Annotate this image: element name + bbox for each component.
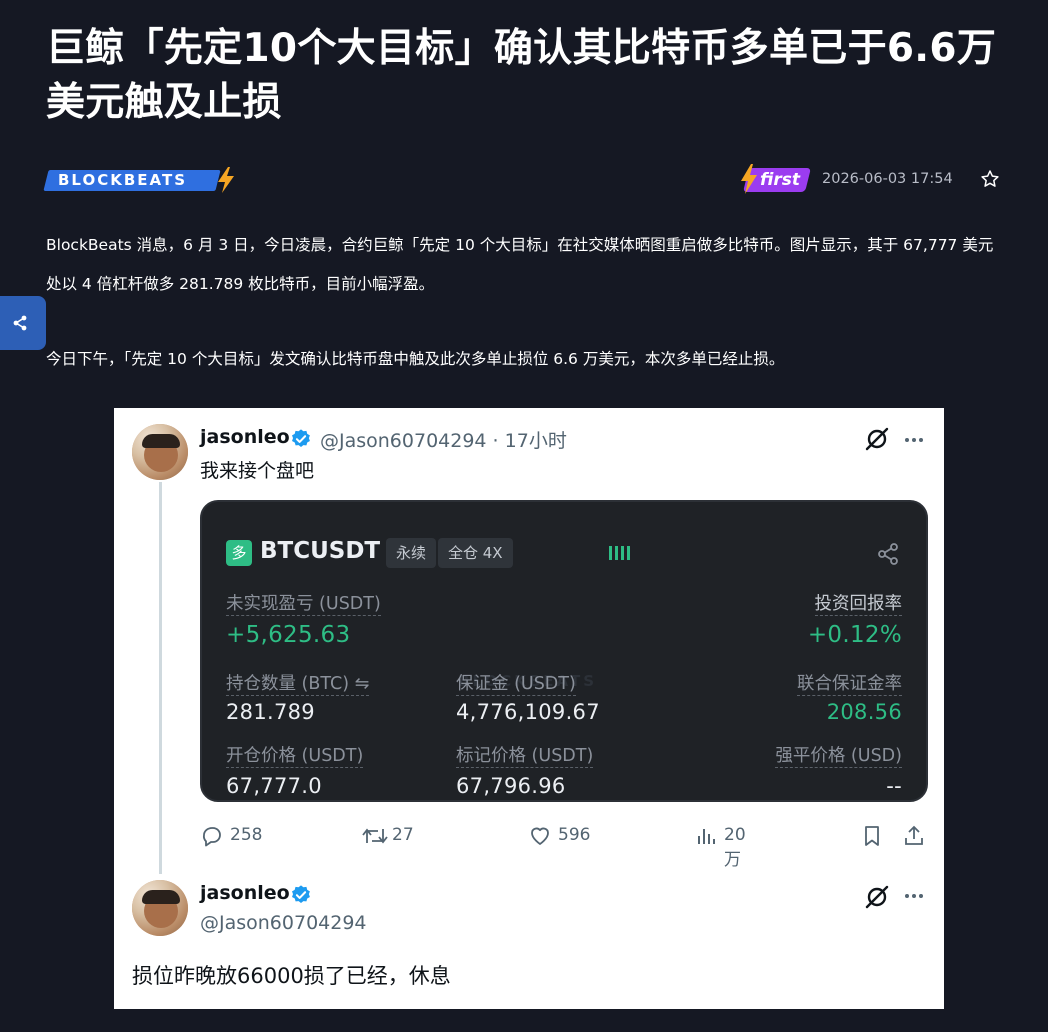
position-size-label: 持仓数量 (BTC) ⇋ xyxy=(226,670,370,696)
signal-icon xyxy=(609,546,630,560)
avatar xyxy=(132,424,188,480)
lightning-icon xyxy=(218,167,234,193)
liquidation-price-label: 强平价格 (USD) xyxy=(775,742,902,768)
tweet-actions: 258 27 596 20万 xyxy=(200,822,940,870)
bookmark-icon xyxy=(865,826,879,846)
grok-icon[interactable] xyxy=(864,426,890,452)
tweet-handle-time: @Jason60704294 · 17小时 xyxy=(320,430,567,452)
reply-icon xyxy=(202,827,221,847)
tweet-text: 我来接个盘吧 xyxy=(200,460,315,482)
unrealized-pnl-label: 未实现盈亏 (USDT) xyxy=(226,590,381,616)
more-icon[interactable] xyxy=(902,884,926,908)
like-count: 596 xyxy=(558,825,591,845)
verified-icon xyxy=(292,429,310,447)
position-card: BLOCKBEATS 多 BTCUSDT 永续 全仓 4X 未实现盈亏 (USD… xyxy=(200,500,928,802)
long-badge: 多 xyxy=(226,540,252,566)
first-badge-text: first xyxy=(760,170,801,190)
blockbeats-logo[interactable]: BLOCKBEATS xyxy=(43,167,236,193)
roi-value: +0.12% xyxy=(807,622,902,648)
more-icon[interactable] xyxy=(902,428,926,452)
bookmark-button[interactable] xyxy=(860,822,886,850)
liquidation-price-value: -- xyxy=(886,774,902,798)
lightning-icon xyxy=(741,164,757,194)
share-icon[interactable] xyxy=(876,542,900,566)
mark-price-label: 标记价格 (USDT) xyxy=(456,742,594,768)
tweet-handle: @Jason60704294 xyxy=(200,912,367,934)
unrealized-pnl-value: +5,625.63 xyxy=(226,622,351,648)
publish-timestamp: 2026-06-03 17:54 xyxy=(822,171,953,187)
margin-label: 保证金 (USDT) xyxy=(456,670,576,696)
margin-mode-chip: 全仓 4X xyxy=(438,538,513,568)
perpetual-chip: 永续 xyxy=(386,538,437,568)
views-count: 20万 xyxy=(724,825,746,870)
first-badge: first xyxy=(740,164,811,194)
mark-price-value: 67,796.96 xyxy=(456,774,566,798)
roi-label: 投资回报率 xyxy=(814,590,902,616)
article-title: 巨鲸「先定10个大目标」确认其比特币多单已于6.6万美元触及止损 xyxy=(46,26,997,125)
position-size-value: 281.789 xyxy=(226,700,315,724)
retweet-count: 27 xyxy=(392,825,414,845)
logo-text: BLOCKBEATS xyxy=(58,171,187,189)
avatar xyxy=(132,880,188,936)
margin-ratio-label: 联合保证金率 xyxy=(797,670,902,696)
like-icon xyxy=(531,827,549,845)
upload-icon xyxy=(905,825,923,845)
views-icon xyxy=(698,829,715,844)
symbol: BTCUSDT xyxy=(260,538,381,564)
tweet-screenshot: jasonleo @Jason60704294 · 17小时 我来接个盘吧 BL… xyxy=(114,408,944,1009)
article-paragraph: BlockBeats 消息，6 月 3 日，今日凌晨，合约巨鲸「先定 10 个大… xyxy=(46,236,994,293)
entry-price-value: 67,777.0 xyxy=(226,774,322,798)
entry-price-label: 开仓价格 (USDT) xyxy=(226,742,364,768)
star-icon[interactable] xyxy=(980,169,1000,189)
tweet-author-name: jasonleo xyxy=(200,426,290,448)
margin-value: 4,776,109.67 xyxy=(456,700,600,724)
article-meta: BLOCKBEATS first 2026-06-03 17:54 xyxy=(43,164,1002,196)
grok-icon[interactable] xyxy=(864,884,890,910)
verified-icon xyxy=(292,885,310,903)
tweet-author-name: jasonleo xyxy=(200,882,290,904)
share-icon xyxy=(13,315,27,331)
retweet-icon xyxy=(362,828,388,844)
upload-button[interactable] xyxy=(902,822,928,850)
share-button[interactable] xyxy=(0,296,46,350)
reply-count: 258 xyxy=(230,825,263,845)
tweet-text: 损位昨晚放66000损了已经，休息 xyxy=(132,964,451,988)
thread-line xyxy=(159,482,162,874)
article-paragraph: 今日下午，「先定 10 个大目标」发文确认比特币盘中触及此次多单止损位 6.6 … xyxy=(46,350,785,368)
margin-ratio-value: 208.56 xyxy=(826,700,902,724)
